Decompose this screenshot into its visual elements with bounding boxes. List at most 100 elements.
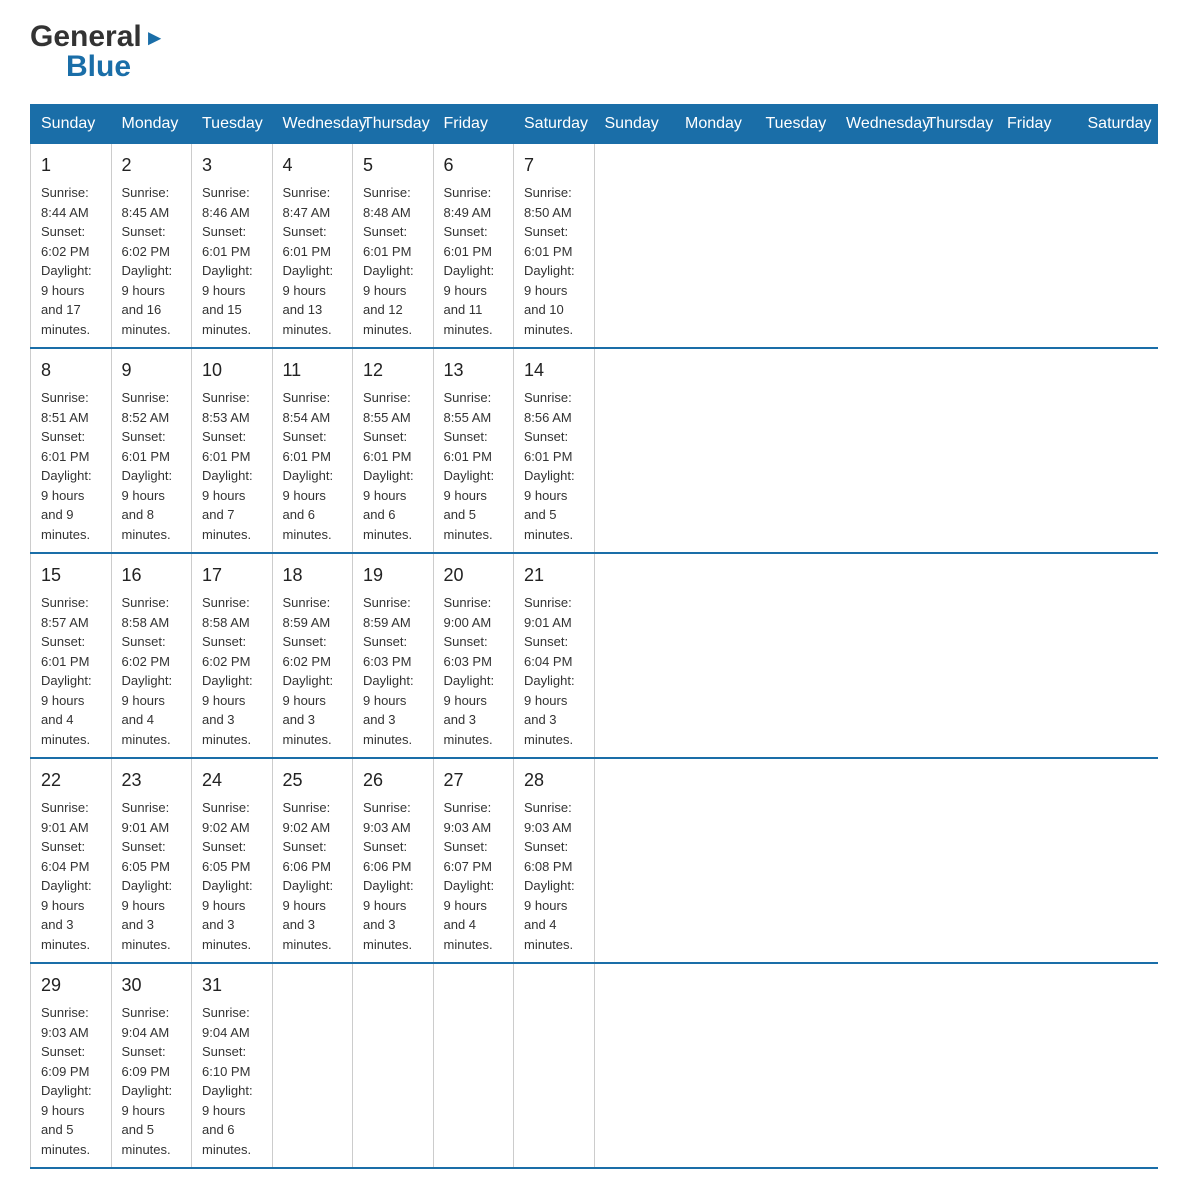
day-info: Sunrise: 9:04 AMSunset: 6:10 PMDaylight:…	[202, 1005, 253, 1157]
calendar-cell: 30Sunrise: 9:04 AMSunset: 6:09 PMDayligh…	[111, 963, 192, 1168]
calendar-week-row: 29 Sunrise: 9:03 AMSunset: 6:09 PMDayligh…	[31, 963, 1158, 1168]
day-number: 29	[41, 972, 101, 999]
calendar-cell: 28Sunrise: 9:03 AMSunset: 6:08 PMDayligh…	[514, 758, 595, 963]
calendar-cell: 4 Sunrise: 8:47 AMSunset: 6:01 PMDaylight…	[272, 144, 353, 349]
column-header-thursday: Thursday	[916, 105, 997, 144]
calendar-cell: 11Sunrise: 8:54 AMSunset: 6:01 PMDayligh…	[272, 348, 353, 553]
calendar-cell: 16 Sunrise: 8:58 AMSunset: 6:02 PMDayligh…	[111, 553, 192, 758]
day-number: 6	[444, 152, 504, 179]
day-number: 31	[202, 972, 262, 999]
column-header-friday: Friday	[433, 105, 514, 144]
day-number: 27	[444, 767, 504, 794]
calendar-cell: 25 Sunrise: 9:02 AMSunset: 6:06 PMDayligh…	[272, 758, 353, 963]
calendar-cell: 9Sunrise: 8:52 AMSunset: 6:01 PMDaylight…	[111, 348, 192, 553]
calendar-cell	[353, 963, 434, 1168]
day-number: 3	[202, 152, 262, 179]
day-number: 10	[202, 357, 262, 384]
calendar-cell: 19 Sunrise: 8:59 AMSunset: 6:03 PMDayligh…	[353, 553, 434, 758]
day-number: 19	[363, 562, 423, 589]
calendar-cell: 17 Sunrise: 8:58 AMSunset: 6:02 PMDayligh…	[192, 553, 273, 758]
calendar-cell: 21 Sunrise: 9:01 AMSunset: 6:04 PMDayligh…	[514, 553, 595, 758]
calendar-cell: 14Sunrise: 8:56 AMSunset: 6:01 PMDayligh…	[514, 348, 595, 553]
column-header-thursday: Thursday	[353, 105, 434, 144]
day-number: 1	[41, 152, 101, 179]
day-info: Sunrise: 8:44 AMSunset: 6:02 PMDaylight:…	[41, 185, 92, 337]
column-header-saturday: Saturday	[514, 105, 595, 144]
day-number: 13	[444, 357, 504, 384]
day-number: 18	[283, 562, 343, 589]
day-info: Sunrise: 8:47 AMSunset: 6:01 PMDaylight:…	[283, 185, 334, 337]
day-number: 17	[202, 562, 262, 589]
day-info: Sunrise: 8:58 AMSunset: 6:02 PMDaylight:…	[122, 595, 173, 747]
day-number: 12	[363, 357, 423, 384]
day-info: Sunrise: 8:49 AMSunset: 6:01 PMDaylight:…	[444, 185, 495, 337]
calendar-cell: 15Sunrise: 8:57 AMSunset: 6:01 PMDayligh…	[31, 553, 112, 758]
day-info: Sunrise: 8:55 AMSunset: 6:01 PMDaylight:…	[444, 390, 495, 542]
column-header-friday: Friday	[997, 105, 1078, 144]
day-info: Sunrise: 8:48 AMSunset: 6:01 PMDaylight:…	[363, 185, 414, 337]
calendar-cell: 6 Sunrise: 8:49 AMSunset: 6:01 PMDaylight…	[433, 144, 514, 349]
day-info: Sunrise: 8:51 AMSunset: 6:01 PMDaylight:…	[41, 390, 92, 542]
day-number: 26	[363, 767, 423, 794]
calendar-cell: 5 Sunrise: 8:48 AMSunset: 6:01 PMDaylight…	[353, 144, 434, 349]
column-header-tuesday: Tuesday	[755, 105, 836, 144]
column-header-wednesday: Wednesday	[836, 105, 917, 144]
day-number: 5	[363, 152, 423, 179]
calendar-cell: 27 Sunrise: 9:03 AMSunset: 6:07 PMDayligh…	[433, 758, 514, 963]
day-info: Sunrise: 8:58 AMSunset: 6:02 PMDaylight:…	[202, 595, 253, 747]
calendar-cell: 12 Sunrise: 8:55 AMSunset: 6:01 PMDayligh…	[353, 348, 434, 553]
day-info: Sunrise: 8:46 AMSunset: 6:01 PMDaylight:…	[202, 185, 253, 337]
calendar-week-row: 8 Sunrise: 8:51 AMSunset: 6:01 PMDaylight…	[31, 348, 1158, 553]
day-number: 24	[202, 767, 262, 794]
day-info: Sunrise: 8:57 AMSunset: 6:01 PMDaylight:…	[41, 595, 92, 747]
day-info: Sunrise: 8:59 AMSunset: 6:02 PMDaylight:…	[283, 595, 334, 747]
column-header-tuesday: Tuesday	[192, 105, 273, 144]
calendar-cell: 23Sunrise: 9:01 AMSunset: 6:05 PMDayligh…	[111, 758, 192, 963]
logo: General ► Blue	[30, 20, 166, 84]
calendar-cell: 7Sunrise: 8:50 AMSunset: 6:01 PMDaylight…	[514, 144, 595, 349]
day-number: 20	[444, 562, 504, 589]
calendar-cell: 29 Sunrise: 9:03 AMSunset: 6:09 PMDayligh…	[31, 963, 112, 1168]
day-number: 21	[524, 562, 584, 589]
day-number: 25	[283, 767, 343, 794]
day-info: Sunrise: 9:02 AMSunset: 6:06 PMDaylight:…	[283, 800, 334, 952]
day-number: 14	[524, 357, 584, 384]
column-header-monday: Monday	[675, 105, 756, 144]
calendar-header-row: SundayMondayTuesdayWednesdayThursdayFrid…	[31, 105, 1158, 144]
calendar-cell: 1 Sunrise: 8:44 AMSunset: 6:02 PMDaylight…	[31, 144, 112, 349]
day-number: 16	[122, 562, 182, 589]
calendar-cell	[514, 963, 595, 1168]
calendar-cell: 24 Sunrise: 9:02 AMSunset: 6:05 PMDayligh…	[192, 758, 273, 963]
calendar-cell: 8 Sunrise: 8:51 AMSunset: 6:01 PMDaylight…	[31, 348, 112, 553]
calendar-cell: 22 Sunrise: 9:01 AMSunset: 6:04 PMDayligh…	[31, 758, 112, 963]
day-number: 8	[41, 357, 101, 384]
day-info: Sunrise: 8:54 AMSunset: 6:01 PMDaylight:…	[283, 390, 334, 542]
day-info: Sunrise: 8:59 AMSunset: 6:03 PMDaylight:…	[363, 595, 414, 747]
day-info: Sunrise: 9:01 AMSunset: 6:04 PMDaylight:…	[41, 800, 92, 952]
logo-arrow-icon: ►	[144, 25, 166, 51]
day-number: 22	[41, 767, 101, 794]
day-number: 28	[524, 767, 584, 794]
column-header-sunday: Sunday	[31, 105, 112, 144]
calendar-table: SundayMondayTuesdayWednesdayThursdayFrid…	[30, 104, 1158, 1169]
column-header-saturday: Saturday	[1077, 105, 1158, 144]
calendar-week-row: 22 Sunrise: 9:01 AMSunset: 6:04 PMDayligh…	[31, 758, 1158, 963]
day-info: Sunrise: 8:55 AMSunset: 6:01 PMDaylight:…	[363, 390, 414, 542]
calendar-cell: 3 Sunrise: 8:46 AMSunset: 6:01 PMDaylight…	[192, 144, 273, 349]
day-info: Sunrise: 9:03 AMSunset: 6:07 PMDaylight:…	[444, 800, 495, 952]
day-info: Sunrise: 8:53 AMSunset: 6:01 PMDaylight:…	[202, 390, 253, 542]
day-info: Sunrise: 9:02 AMSunset: 6:05 PMDaylight:…	[202, 800, 253, 952]
logo-general-text: General	[30, 20, 142, 54]
day-number: 2	[122, 152, 182, 179]
day-info: Sunrise: 9:03 AMSunset: 6:09 PMDaylight:…	[41, 1005, 92, 1157]
page-header: General ► Blue	[30, 20, 1158, 84]
day-number: 4	[283, 152, 343, 179]
day-info: Sunrise: 9:03 AMSunset: 6:06 PMDaylight:…	[363, 800, 414, 952]
calendar-cell: 10 Sunrise: 8:53 AMSunset: 6:01 PMDayligh…	[192, 348, 273, 553]
day-info: Sunrise: 8:50 AMSunset: 6:01 PMDaylight:…	[524, 185, 575, 337]
day-info: Sunrise: 9:01 AMSunset: 6:04 PMDaylight:…	[524, 595, 575, 747]
column-header-wednesday: Wednesday	[272, 105, 353, 144]
calendar-cell: 18 Sunrise: 8:59 AMSunset: 6:02 PMDayligh…	[272, 553, 353, 758]
day-info: Sunrise: 8:52 AMSunset: 6:01 PMDaylight:…	[122, 390, 173, 542]
column-header-sunday: Sunday	[594, 105, 675, 144]
